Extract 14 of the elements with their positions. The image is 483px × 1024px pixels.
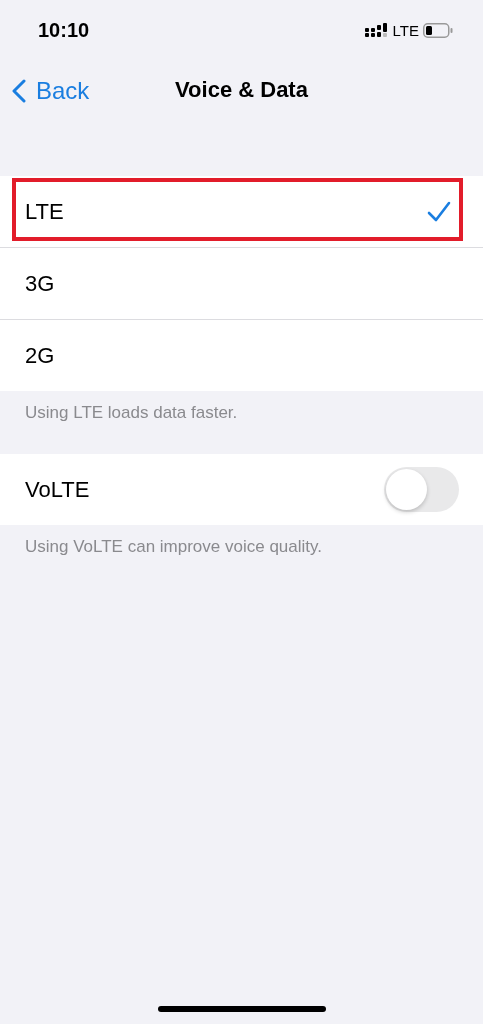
toggle-switch[interactable] (384, 467, 459, 512)
network-type: LTE (392, 21, 419, 39)
network-option[interactable]: 3G (0, 248, 483, 320)
battery-icon (423, 22, 453, 38)
footer-note: Using VoLTE can improve voice quality. (24, 536, 323, 558)
footer-note: Using LTE loads data faster. (24, 402, 239, 424)
checkmark-icon (427, 200, 451, 223)
network-option[interactable]: 2G (0, 320, 483, 391)
setting-label: VoLTE (25, 476, 90, 503)
back-button[interactable]: Back (12, 77, 90, 105)
status-time: 10:10 (38, 18, 90, 42)
network-option[interactable]: LTE (0, 176, 483, 248)
chevron-icon (12, 79, 26, 103)
page-title: Voice & Data (175, 77, 308, 103)
